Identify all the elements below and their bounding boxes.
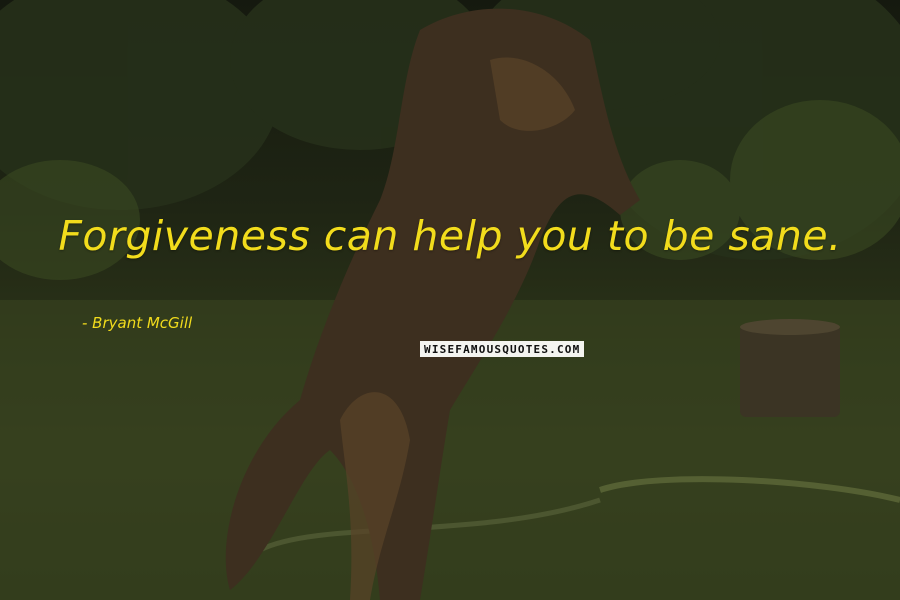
watermark-logo: WISEFAMOUSQUOTES.COM	[420, 341, 585, 357]
quote-text: Forgiveness can help you to be sane.	[58, 212, 842, 260]
quote-author: - Bryant McGill	[82, 314, 193, 332]
quote-image: Forgiveness can help you to be sane. - B…	[0, 0, 900, 600]
jumping-dog-photo	[0, 0, 900, 600]
